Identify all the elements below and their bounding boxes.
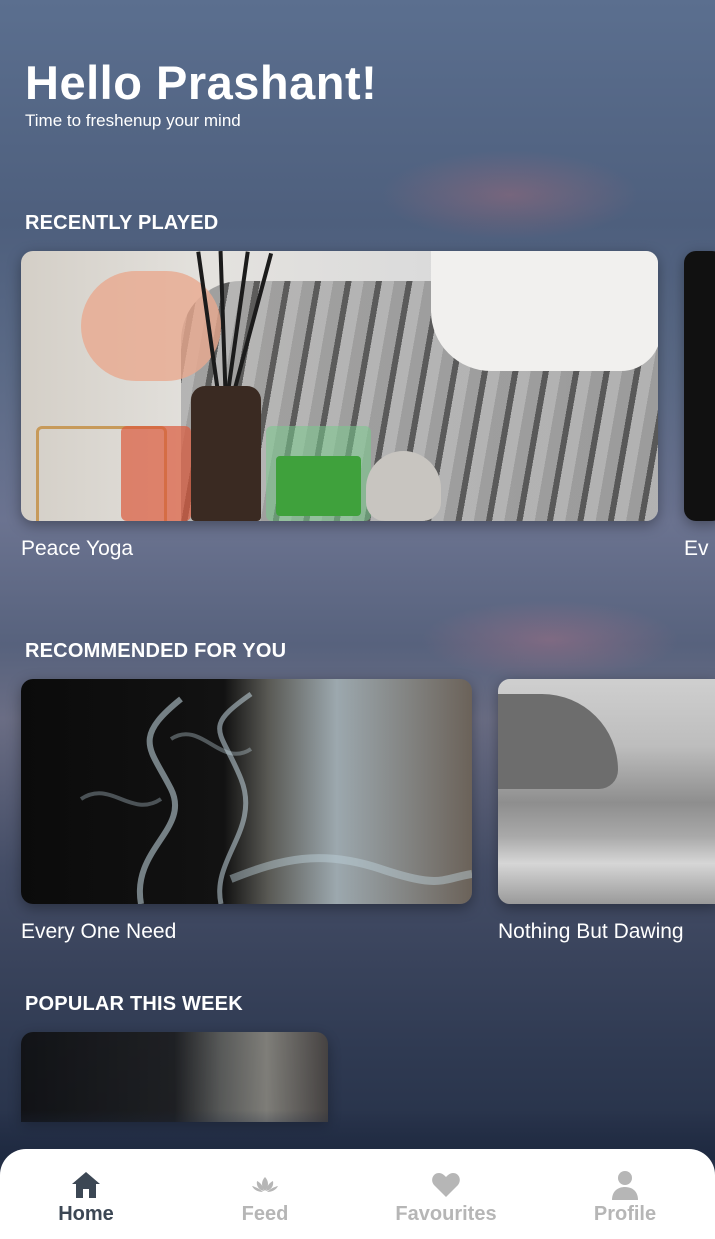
tab-home[interactable]: Home	[6, 1169, 166, 1226]
tab-label: Home	[58, 1203, 114, 1225]
tab-profile[interactable]: Profile	[545, 1169, 705, 1226]
tab-label: Favourites	[395, 1203, 497, 1225]
card-every-one-need[interactable]	[21, 679, 472, 904]
section-title-recently-played: RECENTLY PLAYED	[25, 212, 219, 234]
card-image	[498, 694, 618, 789]
card-peace-yoga[interactable]	[21, 251, 658, 521]
tab-feed[interactable]: Feed	[185, 1169, 345, 1226]
card-image	[79, 691, 472, 904]
lotus-icon	[252, 1177, 278, 1192]
heart-icon	[432, 1173, 460, 1197]
card-nothing-but-dawing[interactable]	[498, 679, 715, 904]
card-title-every-one-need[interactable]: Every One Need	[21, 920, 176, 944]
user-icon	[612, 1171, 638, 1200]
card-title-peek[interactable]: Ev	[684, 537, 715, 561]
greeting-title: Hello Prashant!	[25, 56, 378, 109]
tab-label: Feed	[241, 1203, 289, 1225]
background-glow	[380, 150, 640, 240]
home-icon	[72, 1172, 100, 1198]
tab-label: Profile	[593, 1203, 657, 1225]
tab-favourites[interactable]: Favourites	[366, 1169, 526, 1226]
card-title-nothing-but-dawing[interactable]: Nothing But Dawing	[498, 920, 715, 944]
card-title-peace-yoga[interactable]: Peace Yoga	[21, 537, 133, 561]
section-title-recommended: RECOMMENDED FOR YOU	[25, 640, 287, 662]
card-peek[interactable]	[684, 251, 715, 521]
background-glow	[420, 600, 680, 680]
header: Hello Prashant! Time to freshenup your m…	[25, 55, 377, 131]
section-title-popular: POPULAR THIS WEEK	[25, 993, 243, 1015]
bottom-tab-bar: Home Feed Favourites Profile	[0, 1149, 715, 1239]
card-popular[interactable]	[21, 1032, 328, 1122]
greeting-subtitle: Time to freshenup your mind	[25, 111, 241, 130]
